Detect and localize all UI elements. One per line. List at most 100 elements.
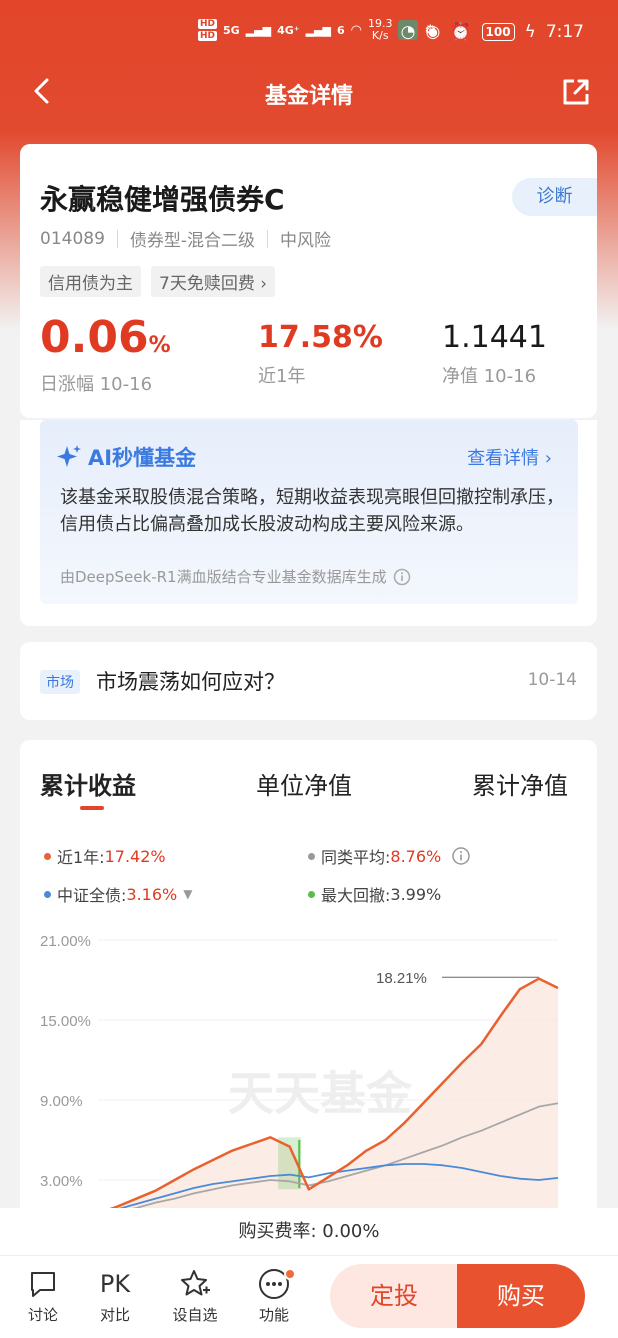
market-title: 市场震荡如何应对？ [96, 670, 285, 694]
tab-cumulative-return[interactable]: 累计收益 [40, 766, 136, 801]
return-chart[interactable]: 21.00% 15.00% 9.00% 3.00% 天天基金 18.21% [20, 930, 597, 1210]
ai-source-text: 由DeepSeek-R1满血版结合专业基金数据库生成 [60, 568, 387, 586]
watch-label: 设自选 [172, 1306, 218, 1324]
charging-icon: ϟ [524, 22, 536, 42]
share-icon[interactable] [560, 76, 592, 108]
info-icon[interactable] [393, 568, 411, 586]
fund-name: 永赢稳健增强债券C [40, 183, 285, 216]
y-tick-label: 3.00% [40, 1173, 83, 1190]
legend-label: 同类平均: [321, 848, 391, 867]
year-return-stat: 17.58% 近1年 [258, 316, 383, 388]
legend-peer: 同类平均: 8.76% [308, 844, 471, 868]
sparkle-icon [57, 445, 81, 467]
y-tick-label: 15.00% [40, 1013, 91, 1030]
chat-bubble-icon [13, 1264, 73, 1304]
market-date: 10-14 [527, 670, 577, 690]
legend-dot [308, 890, 315, 898]
market-news-row[interactable]: 市场 市场震荡如何应对？ 10-14 [20, 642, 597, 720]
chevron-right-icon: › [544, 448, 552, 469]
status-bar: HD HD 5G ▂▄▆ 4G⁺ ▂▄▆ 6 ◠ 19.3 K/s ⚙ ◔ ◉ … [0, 0, 618, 66]
ai-summary-box[interactable]: AI秒懂基金 查看详情 › 该基金采取股债混合策略，短期收益表现亮眼但回撤控制承… [40, 420, 578, 604]
legend-label: 近1年: [57, 848, 105, 867]
ai-more-label: 查看详情 [467, 448, 540, 469]
net-speed: 19.3 K/s [368, 18, 393, 42]
info-icon[interactable] [451, 846, 471, 866]
legend-drawdown: 最大回撤: 3.99% [308, 882, 441, 906]
market-tag: 市场 [40, 670, 80, 694]
legend-dot [308, 852, 315, 860]
discuss-label: 讨论 [27, 1306, 58, 1324]
compare-button[interactable]: PK 对比 [85, 1264, 145, 1325]
fund-meta: 014089 债券型-混合二级 中风险 [40, 226, 332, 252]
ai-title: AI秒懂基金 [56, 442, 196, 472]
daily-change-stat: 0.06% 日涨幅 10-16 [40, 316, 171, 396]
year-return-value: 17.58% [258, 320, 383, 355]
speed-unit: K/s [371, 29, 389, 42]
data-saver-icon: ◔ [400, 22, 416, 42]
legend-fund: 近1年: 17.42% [44, 844, 166, 868]
legend-label: 中证全债: [57, 886, 127, 905]
divider [116, 229, 118, 248]
fund-code: 014089 [40, 228, 105, 249]
buy-button[interactable]: 购买 [457, 1264, 585, 1328]
caret-down-icon: ▼ [183, 887, 193, 901]
hd-badge: HD [198, 31, 218, 41]
bottom-action-bar: 讨论 PK 对比 设自选 功能 定投 购买 [0, 1256, 618, 1338]
battery-icon: 100 [481, 23, 515, 41]
year-return-label: 近1年 [258, 366, 306, 387]
network-4g: 4G⁺ [277, 23, 300, 37]
ai-title-text: AI秒懂基金 [88, 446, 197, 470]
auto-invest-button[interactable]: 定投 [330, 1264, 458, 1328]
notification-dot [284, 1268, 296, 1280]
ai-source: 由DeepSeek-R1满血版结合专业基金数据库生成 [60, 566, 411, 587]
annotation-label: 18.21% [376, 970, 427, 987]
daily-change-label: 日涨幅 10-16 [40, 374, 153, 395]
chevron-right-icon: › [260, 274, 268, 294]
daily-change-value: 0.06% [40, 316, 171, 368]
wifi-icon: ◠ [350, 22, 362, 38]
legend-index[interactable]: 中证全债: 3.16% ▼ [44, 882, 192, 906]
active-tab-indicator [80, 806, 104, 810]
legend-value: 8.76% [390, 846, 442, 866]
fund-type: 债券型-混合二级 [129, 231, 256, 251]
clock: 7:17 [545, 22, 584, 42]
daily-change-unit: % [148, 333, 171, 358]
eye-icon: ◉ [425, 22, 441, 42]
discuss-button[interactable]: 讨论 [13, 1264, 73, 1325]
daily-change-number: 0.06 [40, 312, 149, 363]
watermark: 天天基金 [228, 1066, 413, 1120]
wifi-number: 6 [336, 23, 345, 37]
star-plus-icon [165, 1264, 225, 1304]
nav-stat: 1.1441 净值 10-16 [442, 316, 547, 388]
redemption-fee-tag[interactable]: 7天免赎回费 › [151, 266, 276, 297]
pk-icon: PK [99, 1270, 131, 1298]
legend-value: 17.42% [104, 846, 166, 866]
y-tick-label: 9.00% [40, 1093, 83, 1110]
add-watchlist-button[interactable]: 设自选 [165, 1264, 225, 1325]
page-title: 基金详情 [264, 84, 353, 109]
ai-summary-text: 该基金采取股债混合策略，短期收益表现亮眼但回撤控制承压，信用债占比偏高叠加成长股… [60, 487, 564, 535]
compare-label: 对比 [99, 1306, 130, 1324]
ai-more-link[interactable]: 查看详情 › [467, 444, 552, 470]
legend-value: 3.16% [126, 884, 178, 904]
more-functions-button[interactable]: 功能 [244, 1264, 304, 1325]
tag-label: 7天免赎回费 [159, 274, 255, 294]
diagnose-button[interactable]: 诊断 [512, 178, 597, 216]
purchase-fee-bar: 购买费率: 0.00% [0, 1208, 618, 1256]
alarm-icon: ⏰ [450, 22, 472, 42]
signal-icon: ▂▄▆ [245, 23, 272, 37]
ai-summary-card: AI秒懂基金 查看详情 › 该基金采取股债混合策略，短期收益表现亮眼但回撤控制承… [20, 420, 597, 626]
top-nav: 基金详情 [0, 66, 618, 120]
fund-tag: 信用债为主 [40, 266, 141, 297]
fund-risk: 中风险 [280, 231, 332, 251]
fund-summary-card: 永赢稳健增强债券C 诊断 014089 债券型-混合二级 中风险 信用债为主 7… [20, 144, 597, 418]
hd-badge: HD [198, 19, 218, 29]
tab-cumulative-nav[interactable]: 累计净值 [472, 766, 568, 801]
legend-dot [44, 852, 51, 860]
tab-unit-nav[interactable]: 单位净值 [256, 766, 352, 801]
network-5g: 5G [223, 23, 240, 37]
legend-value: 3.99% [390, 884, 442, 904]
fund-tags: 信用债为主 7天免赎回费 › [40, 266, 276, 297]
legend-label: 最大回撤: [321, 886, 391, 905]
nav-value: 1.1441 [442, 320, 547, 355]
